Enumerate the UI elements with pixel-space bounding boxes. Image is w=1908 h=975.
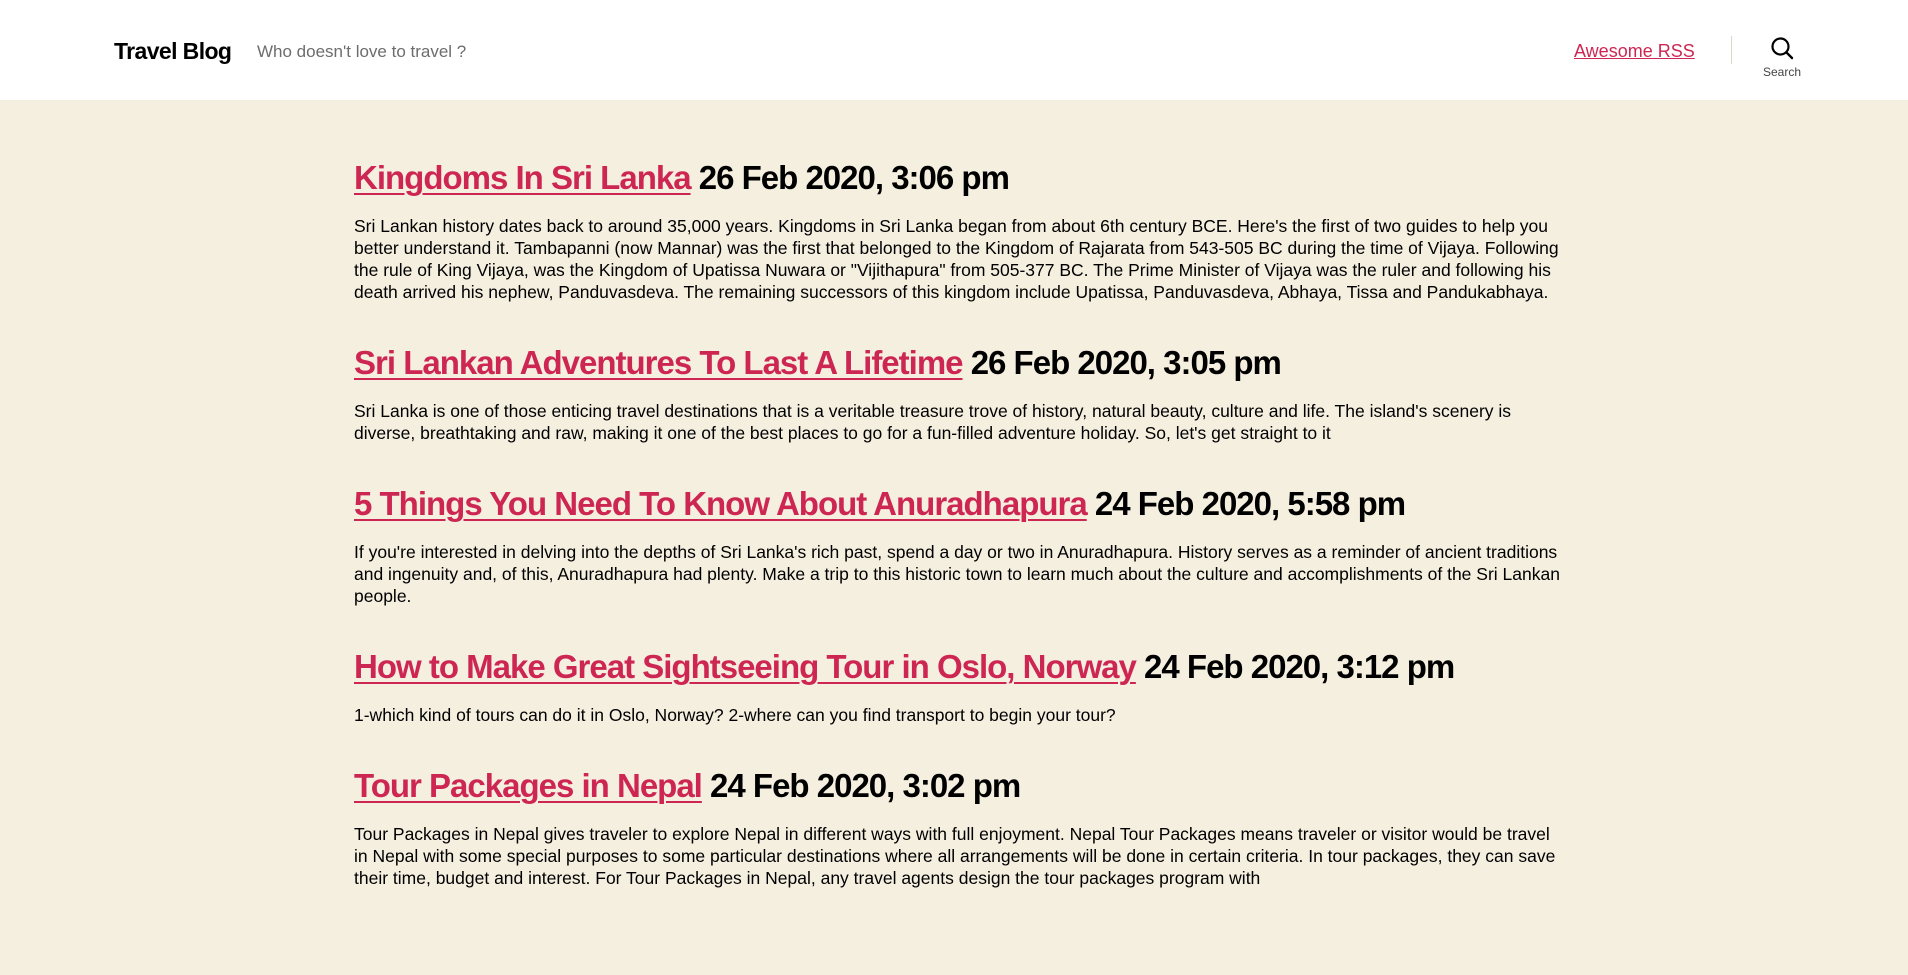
search-label: Search (1762, 65, 1802, 79)
post-title-link[interactable]: Sri Lankan Adventures To Last A Lifetime (354, 344, 964, 381)
search-icon (1756, 36, 1808, 60)
post-excerpt: Sri Lanka is one of those enticing trave… (354, 401, 1512, 443)
post-item: How to Make Great Sightseeing Tour in Os… (354, 607, 1564, 726)
site-header: Travel Blog Who doesn't love to travel ?… (0, 0, 1908, 100)
post-heading: Tour Packages in Nepal 24 Feb 2020, 3:02… (354, 766, 1564, 806)
post-date: 24 Feb 2020, 3:12 pm (1144, 648, 1455, 685)
post-heading: 5 Things You Need To Know About Anuradha… (354, 484, 1564, 524)
post-heading: Kingdoms In Sri Lanka 26 Feb 2020, 3:06 … (354, 158, 1564, 198)
post-title-link[interactable]: 5 Things You Need To Know About Anuradha… (354, 485, 1088, 522)
post-excerpt: 1-which kind of tours can do it in Oslo,… (354, 705, 1116, 725)
post-date: 26 Feb 2020, 3:05 pm (970, 344, 1282, 381)
post-heading: How to Make Great Sightseeing Tour in Os… (354, 647, 1564, 687)
search-button[interactable]: Search (1756, 36, 1808, 86)
post-item: Tour Packages in Nepal 24 Feb 2020, 3:02… (354, 726, 1564, 889)
post-excerpt: Tour Packages in Nepal gives traveler to… (354, 824, 1556, 888)
post-title-link[interactable]: How to Make Great Sightseeing Tour in Os… (354, 648, 1137, 685)
site-description: Who doesn't love to travel ? (257, 42, 467, 61)
post-excerpt: Sri Lankan history dates back to around … (354, 216, 1559, 302)
header-divider (1731, 36, 1732, 64)
post-heading: Sri Lankan Adventures To Last A Lifetime… (354, 343, 1564, 383)
post-item: Kingdoms In Sri Lanka 26 Feb 2020, 3:06 … (354, 100, 1564, 303)
post-item: 5 Things You Need To Know About Anuradha… (354, 444, 1564, 607)
post-title-link[interactable]: Kingdoms In Sri Lanka (354, 159, 692, 196)
post-list: Kingdoms In Sri Lanka 26 Feb 2020, 3:06 … (354, 100, 1564, 889)
site-title-link[interactable]: Travel Blog (114, 37, 232, 65)
post-item: Sri Lankan Adventures To Last A Lifetime… (354, 303, 1564, 444)
post-date: 24 Feb 2020, 5:58 pm (1094, 485, 1406, 522)
awesome-rss-link[interactable]: Awesome RSS (1574, 39, 1695, 63)
post-date: 24 Feb 2020, 3:02 pm (710, 767, 1021, 804)
post-date: 26 Feb 2020, 3:06 pm (698, 159, 1010, 196)
post-title-link[interactable]: Tour Packages in Nepal (354, 767, 703, 804)
post-excerpt: If you're interested in delving into the… (354, 542, 1560, 606)
